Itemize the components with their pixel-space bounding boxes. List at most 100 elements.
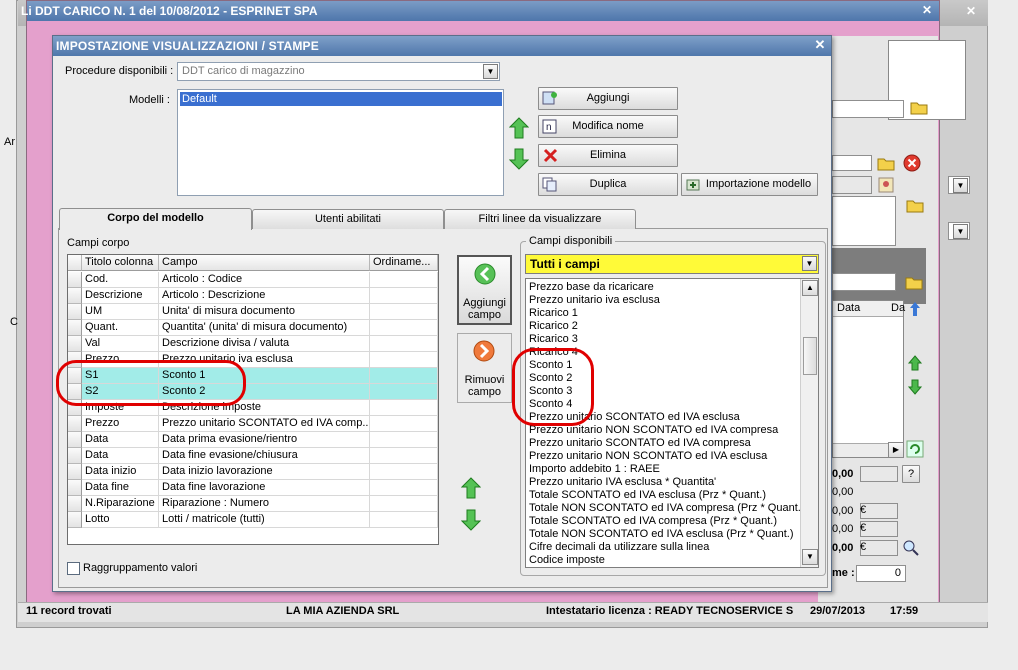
table-row[interactable]: UM Unita' di misura documento: [68, 304, 438, 320]
table-row[interactable]: Data Data fine evasione/chiusura: [68, 448, 438, 464]
cell-campo[interactable]: Data prima evasione/rientro: [159, 432, 370, 447]
row-header[interactable]: [68, 288, 82, 304]
cell-ordinamento[interactable]: [370, 288, 438, 303]
cell-titolo[interactable]: Descrizione: [82, 288, 159, 303]
help-button[interactable]: ?: [902, 465, 920, 483]
cell-ordinamento[interactable]: [370, 432, 438, 447]
cell-campo[interactable]: Articolo : Descrizione: [159, 288, 370, 303]
cell-ordinamento[interactable]: [370, 464, 438, 479]
folder-icon[interactable]: [876, 153, 896, 173]
list-item[interactable]: Importo addebito 1 : RAEE: [529, 463, 660, 476]
close-icon[interactable]: ✕: [920, 3, 934, 17]
cell-ordinamento[interactable]: [370, 368, 438, 383]
row-header[interactable]: [68, 384, 82, 400]
cell-titolo[interactable]: Data: [82, 432, 159, 447]
table-row[interactable]: Imposte Descrizione imposte: [68, 400, 438, 416]
available-filter-select[interactable]: Tutti i campi ▼: [525, 254, 819, 274]
list-item[interactable]: Prezzo unitario iva esclusa: [529, 294, 660, 307]
cell-campo[interactable]: Data fine lavorazione: [159, 480, 370, 495]
chevron-down-icon[interactable]: ▼: [802, 256, 817, 271]
cell-titolo[interactable]: Lotto: [82, 512, 159, 527]
add-field-button[interactable]: Aggiungi campo: [457, 255, 512, 325]
cell-titolo[interactable]: N.Riparazione: [82, 496, 159, 511]
table-row[interactable]: Prezzo Prezzo unitario iva esclusa: [68, 352, 438, 368]
row-header[interactable]: [68, 320, 82, 336]
cell-titolo[interactable]: S2: [82, 384, 159, 399]
folder-icon[interactable]: [905, 195, 925, 215]
cell-ordinamento[interactable]: [370, 448, 438, 463]
scroll-up-icon[interactable]: ▲: [802, 280, 818, 296]
list-item[interactable]: Prezzo unitario SCONTATO ed IVA compresa: [529, 437, 751, 450]
cell-ordinamento[interactable]: [370, 272, 438, 287]
remove-field-button[interactable]: Rimuovi campo: [457, 333, 512, 403]
list-item[interactable]: Codice imposte: [529, 554, 605, 567]
delete-icon[interactable]: [903, 154, 921, 172]
folder-icon[interactable]: [904, 272, 924, 292]
row-header[interactable]: [68, 304, 82, 320]
cell-campo[interactable]: Sconto 1: [159, 368, 370, 383]
column-header-ordinamento[interactable]: Ordiname...: [370, 255, 438, 271]
list-item[interactable]: Sconto 4: [529, 398, 572, 411]
doc-field[interactable]: [832, 273, 896, 291]
list-item[interactable]: Prezzo unitario NON SCONTATO ed IVA comp…: [529, 424, 778, 437]
list-item[interactable]: Default: [180, 92, 502, 106]
cell-titolo[interactable]: Data: [82, 448, 159, 463]
row-header[interactable]: [68, 400, 82, 416]
scroll-thumb[interactable]: [803, 337, 817, 375]
tab-corpo-del-modello[interactable]: Corpo del modello: [59, 208, 252, 230]
close-icon[interactable]: ✕: [960, 4, 982, 20]
table-row[interactable]: Prezzo Prezzo unitario SCONTATO ed IVA co…: [68, 416, 438, 432]
column-header-titolo[interactable]: Titolo colonna: [82, 255, 159, 271]
table-row[interactable]: S2 Sconto 2: [68, 384, 438, 400]
table-row[interactable]: Val Descrizione divisa / valuta: [68, 336, 438, 352]
cell-campo[interactable]: Lotti / matricole (tutti): [159, 512, 370, 527]
move-up-button[interactable]: [508, 117, 530, 139]
row-header[interactable]: [68, 512, 82, 528]
table-row[interactable]: Lotto Lotti / matricole (tutti): [68, 512, 438, 528]
cell-campo[interactable]: Data fine evasione/chiusura: [159, 448, 370, 463]
doc-lines-grid[interactable]: Data Da: [832, 300, 905, 458]
row-header[interactable]: [68, 448, 82, 464]
cell-ordinamento[interactable]: [370, 320, 438, 335]
cell-campo[interactable]: Descrizione divisa / valuta: [159, 336, 370, 351]
list-item[interactable]: Sconto 3: [529, 385, 572, 398]
cell-campo[interactable]: Articolo : Codice: [159, 272, 370, 287]
arrow-down-icon[interactable]: [906, 378, 924, 396]
available-fields-list[interactable]: Prezzo base da ricaricare Prezzo unitario…: [525, 278, 819, 568]
list-item[interactable]: Ricarico 1: [529, 307, 578, 320]
list-item[interactable]: Sconto 2: [529, 372, 572, 385]
column-header-campo[interactable]: Campo: [159, 255, 370, 271]
cell-titolo[interactable]: UM: [82, 304, 159, 319]
vertical-scrollbar[interactable]: ▲ ▼: [800, 279, 818, 567]
row-header[interactable]: [68, 432, 82, 448]
row-header[interactable]: [68, 416, 82, 432]
models-list[interactable]: Default: [177, 89, 504, 196]
duplicate-model-button[interactable]: Duplica: [538, 173, 678, 196]
refresh-icon[interactable]: [906, 440, 924, 458]
cell-titolo[interactable]: Cod.: [82, 272, 159, 287]
cell-titolo[interactable]: Prezzo: [82, 416, 159, 431]
cell-ordinamento[interactable]: [370, 304, 438, 319]
cell-titolo[interactable]: S1: [82, 368, 159, 383]
add-model-button[interactable]: Aggiungi: [538, 87, 678, 110]
table-row[interactable]: Cod. Articolo : Codice: [68, 272, 438, 288]
chevron-down-icon[interactable]: ▼: [483, 64, 498, 79]
zoom-icon[interactable]: [902, 539, 920, 557]
doc-field[interactable]: [832, 155, 872, 171]
list-item[interactable]: Ricarico 3: [529, 333, 578, 346]
arrow-up-blue-icon[interactable]: [906, 300, 924, 318]
cell-campo[interactable]: Sconto 2: [159, 384, 370, 399]
row-header[interactable]: [68, 496, 82, 512]
list-item[interactable]: Prezzo unitario SCONTATO ed IVA esclusa: [529, 411, 740, 424]
delete-model-button[interactable]: Elimina: [538, 144, 678, 167]
list-item[interactable]: Prezzo unitario NON SCONTATO ed IVA escl…: [529, 450, 767, 463]
move-field-down-button[interactable]: [460, 509, 482, 531]
cell-titolo[interactable]: Prezzo: [82, 352, 159, 367]
arrow-up-icon[interactable]: [906, 354, 924, 372]
user-search-icon[interactable]: [876, 176, 896, 194]
doc-field[interactable]: [832, 100, 904, 118]
cell-titolo[interactable]: Val: [82, 336, 159, 351]
tab-utenti-abilitati[interactable]: Utenti abilitati: [252, 209, 444, 229]
group-values-checkbox[interactable]: [67, 562, 80, 575]
combo-dropdown[interactable]: ▼: [948, 176, 970, 194]
